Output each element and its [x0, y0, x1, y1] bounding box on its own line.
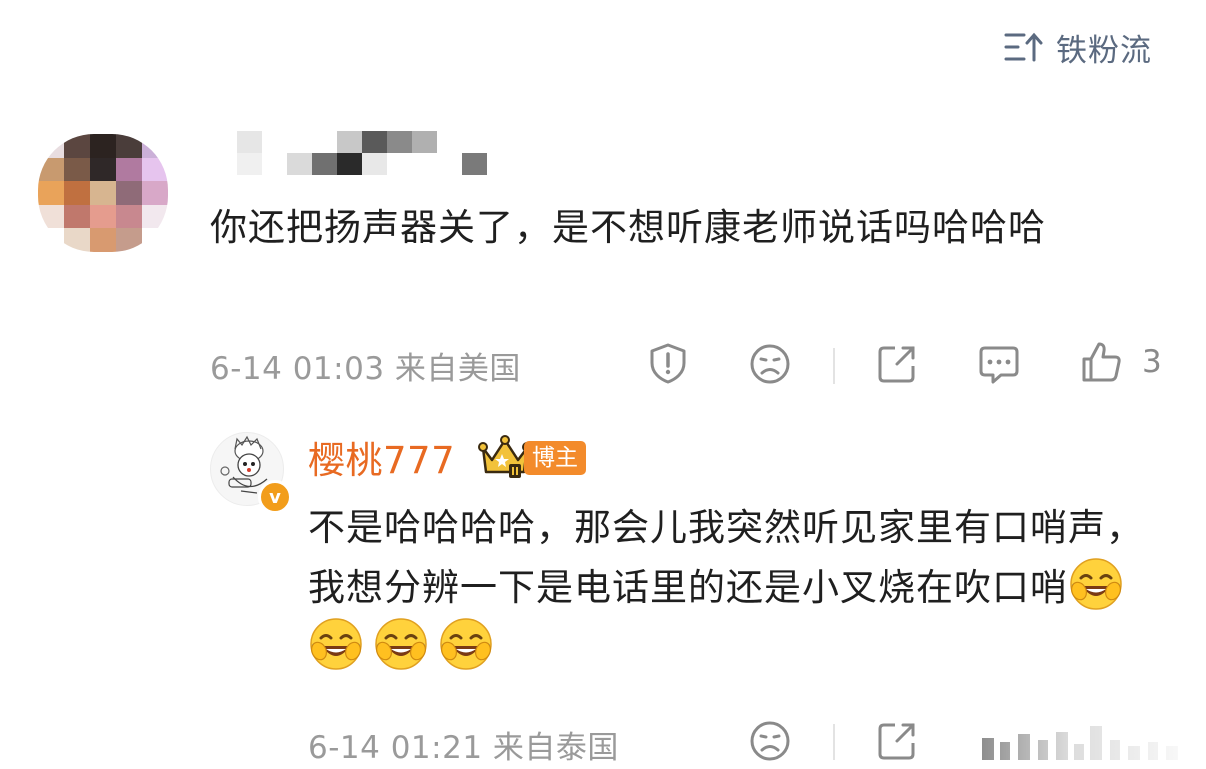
username-pixel	[337, 131, 362, 153]
share-icon[interactable]	[875, 342, 919, 386]
avatar-pixel	[38, 228, 64, 252]
sort-label: 铁粉流	[1056, 32, 1152, 69]
avatar-pixel	[142, 228, 168, 252]
avatar-pixel	[90, 134, 116, 158]
avatar-pixel	[90, 157, 116, 182]
avatar-pixel	[90, 181, 116, 205]
comment-text: 你还把扬声器关了，是不想听康老师说话吗哈哈哈	[210, 206, 1046, 249]
avatar-pixel	[64, 181, 90, 205]
avatar-pixel	[116, 228, 142, 252]
share-icon[interactable]	[875, 719, 919, 763]
username-pixel	[262, 153, 287, 175]
laugh-cry-emoji-icon	[1068, 556, 1124, 612]
like-button[interactable]: 3	[1080, 340, 1162, 384]
avatar-pixel	[64, 134, 90, 158]
avatar-pixel	[64, 228, 90, 252]
username-pixel	[462, 153, 487, 175]
username-pixel	[362, 153, 387, 175]
username-pixel	[362, 131, 387, 153]
avatar-pixel	[90, 228, 116, 252]
username-pixel	[337, 153, 362, 175]
reply-username[interactable]: 樱桃777	[308, 430, 455, 484]
sort-icon	[1004, 32, 1043, 62]
avatar-pixel	[38, 204, 64, 229]
username-pixel	[287, 153, 312, 175]
author-badge: 博主	[524, 441, 586, 475]
username[interactable]	[212, 131, 487, 175]
dislike-icon[interactable]	[748, 719, 792, 763]
laugh-cry-emoji-icon	[438, 616, 494, 672]
like-count: 3	[1142, 344, 1163, 380]
divider	[833, 348, 835, 384]
username-pixel	[262, 131, 287, 153]
like-icon	[1082, 342, 1121, 382]
avatar-pixel	[142, 134, 168, 158]
reply-text: 不是哈哈哈哈，那会儿我突然听见家里有口哨声，我想分辨一下是电话里的还是小叉烧在吹…	[308, 500, 1168, 676]
avatar-pixel	[116, 134, 142, 158]
username-pixel	[412, 153, 437, 175]
username-pixel	[387, 153, 412, 175]
report-icon[interactable]	[646, 341, 690, 385]
comment-meta: 6-14 01:03 来自美国	[210, 351, 521, 387]
username-pixel	[212, 153, 237, 175]
laugh-cry-emoji-icon	[373, 616, 429, 672]
avatar-pixel	[116, 157, 142, 182]
username-pixel	[437, 153, 462, 175]
reply-meta: 6-14 01:21 来自泰国	[308, 730, 619, 766]
username-pixel	[237, 131, 262, 153]
avatar-pixel	[38, 134, 64, 158]
dislike-icon[interactable]	[748, 342, 792, 386]
avatar-pixel	[142, 181, 168, 205]
username-pixel	[237, 153, 262, 175]
avatar-pixel	[116, 181, 142, 205]
watermark-bar	[978, 716, 1206, 769]
username-pixel	[412, 131, 437, 153]
avatar-pixel	[116, 204, 142, 229]
avatar-pixel	[142, 204, 168, 229]
avatar-pixel	[142, 157, 168, 182]
reply-text-content: 不是哈哈哈哈，那会儿我突然听见家里有口哨声，我想分辨一下是电话里的还是小叉烧在吹…	[308, 506, 1144, 609]
sort-button[interactable]: 铁粉流	[1004, 24, 1152, 70]
avatar-pixel	[38, 157, 64, 182]
comment-icon[interactable]	[977, 342, 1021, 386]
avatar-pixel	[38, 181, 64, 205]
avatar-pixel	[64, 157, 90, 182]
username-pixel	[312, 153, 337, 175]
username-pixel	[212, 131, 237, 153]
laugh-cry-emoji-icon	[308, 616, 364, 672]
username-pixel	[312, 131, 337, 153]
verified-icon: v	[258, 480, 292, 514]
username-pixel	[287, 131, 312, 153]
avatar-pixel	[64, 204, 90, 229]
username-pixel	[437, 131, 462, 153]
divider	[833, 724, 835, 760]
username-pixel	[387, 131, 412, 153]
username-pixel	[462, 131, 487, 153]
avatar-pixel	[90, 204, 116, 229]
avatar[interactable]	[38, 134, 168, 252]
